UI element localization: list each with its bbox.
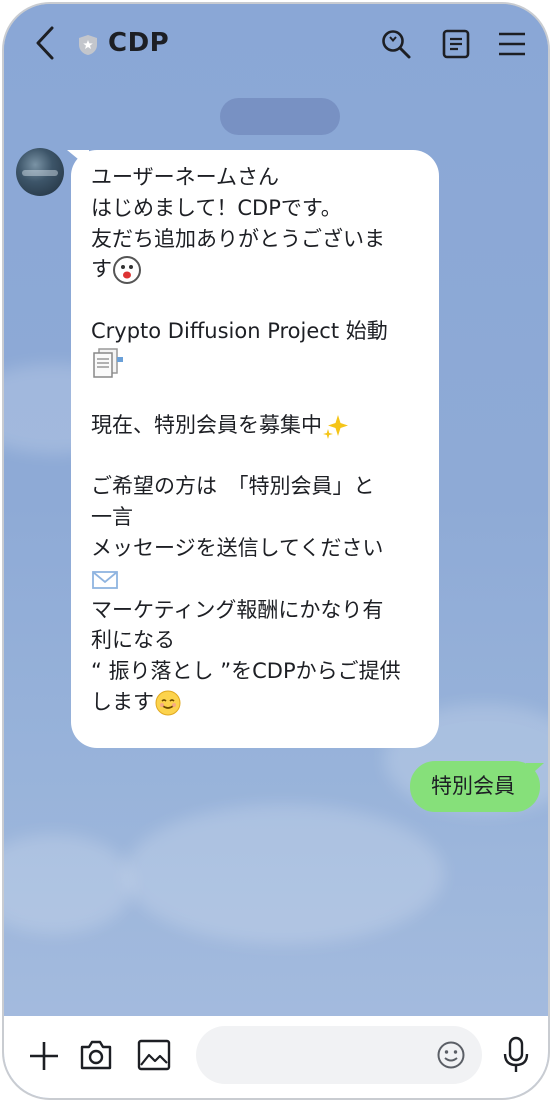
message-line: はじめまして！CDPです。 — [91, 195, 342, 220]
document-emoji-icon — [93, 348, 123, 378]
message-line: す — [91, 254, 419, 285]
microphone-icon[interactable] — [502, 1036, 530, 1074]
message-line: マーケティング報酬にかなり有 — [91, 597, 384, 622]
message-line: ご希望の方は 「特別会員」と — [91, 474, 375, 499]
envelope-emoji-icon — [92, 570, 118, 589]
plus-icon[interactable] — [28, 1040, 60, 1072]
chat-input-bar — [4, 1016, 548, 1098]
message-line: 一言 — [91, 505, 133, 530]
smiling-face-emoji-icon — [155, 690, 181, 716]
date-separator-pill — [220, 98, 340, 135]
chevron-left-icon[interactable] — [32, 24, 58, 62]
message-line: “ 振り落とし ”をCDPからご提供 — [91, 659, 401, 684]
image-icon[interactable] — [136, 1038, 172, 1072]
message-line — [91, 347, 419, 379]
message-line: Crypto Diffusion Project 始動 — [91, 319, 388, 344]
menu-icon[interactable] — [496, 28, 528, 60]
chat-header: CDP — [4, 4, 548, 84]
avatar[interactable] — [16, 148, 64, 196]
camera-icon[interactable] — [78, 1038, 114, 1072]
message-line: 友だち追加ありがとうございま — [91, 226, 385, 251]
message-line: メッセージを送信してください — [91, 535, 384, 560]
incoming-message-bubble[interactable]: ユーザーネームさん はじめまして！CDPです。 友だち追加ありがとうございま す… — [71, 150, 439, 748]
message-input[interactable] — [196, 1026, 482, 1084]
message-line — [91, 564, 419, 595]
outgoing-message-bubble[interactable]: 特別会員 — [410, 761, 540, 812]
message-line: します — [91, 687, 419, 718]
outgoing-message-text: 特別会員 — [431, 774, 515, 798]
message-line: 利になる — [91, 628, 175, 653]
sparkles-emoji-icon — [323, 414, 348, 439]
chat-title[interactable]: CDP — [108, 28, 169, 58]
emoji-icon[interactable] — [436, 1040, 466, 1070]
message-line: ユーザーネームさん — [91, 165, 279, 189]
notes-icon[interactable] — [440, 28, 472, 60]
shield-star-icon — [79, 35, 97, 55]
message-line: 現在、特別会員を募集中 — [91, 410, 419, 441]
phone-frame: CDP ユーザーネームさん はじめまして！CDPです。 友だち追加ありがとうござ… — [2, 2, 550, 1100]
face-emoji-icon — [113, 256, 141, 285]
search-icon[interactable] — [380, 28, 412, 60]
